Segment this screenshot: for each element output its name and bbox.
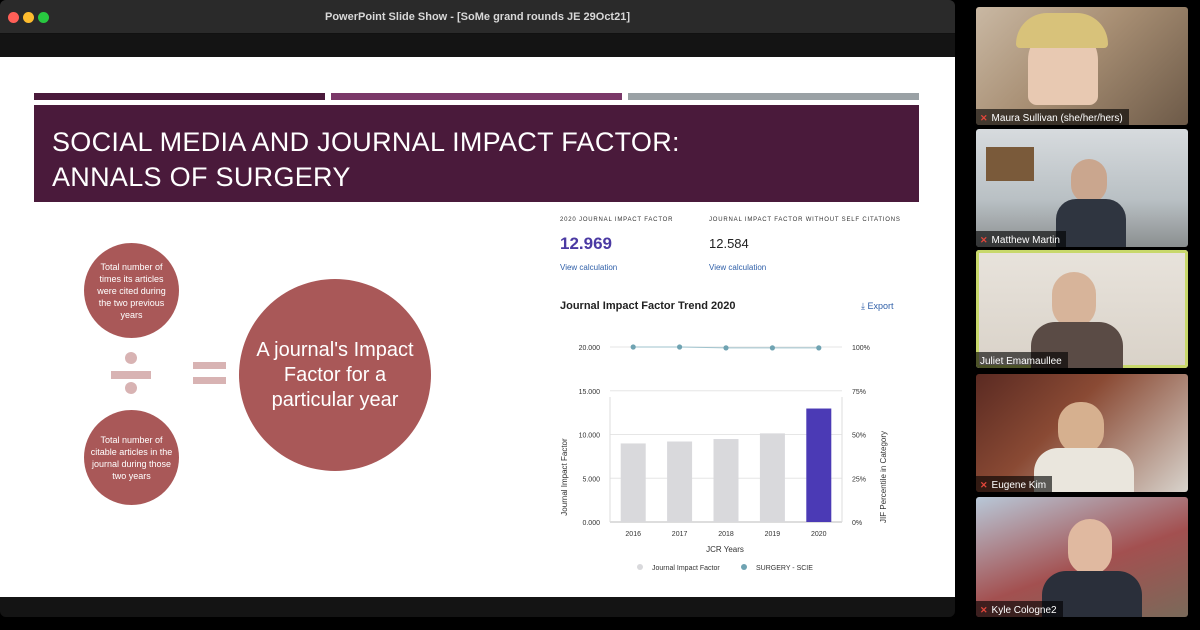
participant-video-hair — [1016, 13, 1108, 48]
y-tick-label: 10.000 — [579, 433, 601, 440]
participant-tile[interactable]: ✕ Kyle Cologne2 — [976, 497, 1188, 617]
division-dot-icon — [125, 382, 137, 394]
participant-video-face — [1052, 272, 1096, 328]
numerator-text: Total number of times its articles were … — [97, 261, 166, 320]
bar-2020 — [806, 408, 832, 522]
window-titlebar[interactable]: PowerPoint Slide Show - [SoMe grand roun… — [0, 0, 955, 34]
denominator-circle: Total number of citable articles in the … — [84, 410, 179, 505]
participant-video-face — [1071, 159, 1107, 203]
slide-title: SOCIAL MEDIA AND JOURNAL IMPACT FACTOR: … — [34, 105, 919, 202]
legend-label-percentile: SURGERY - SCIE — [756, 565, 813, 572]
result-text: A journal's Impact Factor for a particul… — [256, 338, 414, 411]
slide-canvas[interactable]: SOCIAL MEDIA AND JOURNAL IMPACT FACTOR: … — [0, 57, 955, 597]
participant-name-bar: ✕ Kyle Cologne2 — [976, 601, 1063, 617]
mic-muted-icon: ✕ — [980, 604, 988, 615]
y-axis-label: Journal Impact Factor — [560, 438, 569, 516]
participant-name: Juliet Emamaullee — [980, 355, 1062, 367]
x-tick-label: 2018 — [718, 531, 734, 538]
mic-muted-icon: ✕ — [980, 479, 988, 490]
y-right-tick-label: 50% — [852, 433, 866, 440]
y-right-tick-label: 25% — [852, 476, 866, 483]
y-tick-label: 5.000 — [582, 476, 600, 483]
participant-name-bar: ✕ Maura Sullivan (she/her/hers) — [976, 109, 1129, 125]
slide-stripe — [628, 93, 919, 100]
x-tick-label: 2016 — [625, 531, 641, 538]
participant-name-bar: ✕ Eugene Kim — [976, 476, 1053, 492]
percentile-point-2018 — [723, 345, 729, 351]
participant-name: Eugene Kim — [991, 479, 1047, 491]
denominator-text: Total number of citable articles in the … — [90, 434, 173, 481]
percentile-point-2017 — [677, 344, 683, 350]
mic-muted-icon: ✕ — [980, 112, 988, 123]
window-title: PowerPoint Slide Show - [SoMe grand roun… — [325, 11, 630, 23]
export-label: Export — [867, 301, 894, 311]
export-button[interactable]: ⤓ Export — [861, 301, 894, 312]
participant-tile[interactable]: ✕ Eugene Kim — [976, 374, 1188, 492]
y-right-axis-label: JIF Percentile in Category — [879, 431, 888, 523]
bar-2017 — [667, 441, 693, 522]
participant-name: Kyle Cologne2 — [991, 604, 1057, 616]
participant-name: Maura Sullivan (she/her/hers) — [991, 112, 1123, 124]
slide-stripe — [331, 93, 622, 100]
chart-heading: Journal Impact Factor Trend 2020 — [560, 300, 736, 312]
participant-video-painting — [986, 147, 1034, 181]
division-dot-icon — [125, 352, 137, 364]
equals-icon — [193, 377, 226, 384]
participant-tile[interactable]: ✕ Matthew Martin — [976, 129, 1188, 247]
legend-label-jif: Journal Impact Factor — [652, 565, 720, 572]
x-tick-label: 2020 — [811, 531, 827, 538]
bar-2018 — [713, 439, 739, 522]
slide-title-line: SOCIAL MEDIA AND JOURNAL IMPACT FACTOR: — [52, 127, 680, 157]
result-circle: A journal's Impact Factor for a particul… — [239, 279, 431, 471]
participant-video-body — [1056, 199, 1126, 247]
mic-muted-icon: ✕ — [980, 234, 988, 245]
percentile-point-2020 — [816, 345, 822, 351]
y-right-tick-label: 75% — [852, 389, 866, 396]
y-tick-label: 15.000 — [579, 389, 601, 396]
participant-name-bar: ✕ Matthew Martin — [976, 231, 1066, 247]
bar-2019 — [759, 433, 785, 522]
legend-swatch-jif — [637, 564, 643, 570]
percentile-point-2019 — [769, 345, 775, 351]
noself-view-calculation-link[interactable]: View calculation — [709, 263, 766, 272]
x-tick-label: 2019 — [765, 531, 781, 538]
participant-video-face — [1068, 519, 1112, 575]
participant-video-face — [1058, 402, 1104, 454]
participant-name-bar: Juliet Emamaullee — [976, 352, 1068, 368]
numerator-circle: Total number of times its articles were … — [84, 243, 179, 338]
jif-trend-chart: 0.000 5.000 10.000 15.000 20.000 0% 25% 50% 75% 1… — [560, 344, 888, 572]
x-tick-label: 2017 — [672, 531, 688, 538]
x-axis-label: JCR Years — [706, 545, 744, 554]
y-right-tick-label: 100% — [852, 345, 870, 352]
jif-value: 12.969 — [560, 234, 612, 253]
noself-label: JOURNAL IMPACT FACTOR WITHOUT SELF CITAT… — [709, 217, 901, 223]
y-tick-label: 0.000 — [582, 520, 600, 527]
division-bar-icon — [111, 371, 151, 379]
jif-view-calculation-link[interactable]: View calculation — [560, 263, 617, 272]
y-right-tick-label: 0% — [852, 520, 862, 527]
slide-title-line: ANNALS OF SURGERY — [52, 162, 351, 192]
percentile-point-2016 — [630, 344, 636, 350]
participant-tile-active-speaker[interactable]: Juliet Emamaullee — [976, 250, 1188, 368]
jif-label: 2020 JOURNAL IMPACT FACTOR — [560, 217, 674, 223]
download-icon: ⤓ — [861, 301, 865, 311]
y-tick-label: 20.000 — [579, 345, 601, 352]
bar-2016 — [620, 443, 646, 522]
noself-value: 12.584 — [709, 236, 749, 251]
slide-stripe — [34, 93, 325, 100]
equals-icon — [193, 362, 226, 369]
participant-tile[interactable]: ✕ Maura Sullivan (she/her/hers) — [976, 7, 1188, 125]
powerpoint-window: PowerPoint Slide Show - [SoMe grand roun… — [0, 0, 955, 617]
participant-name: Matthew Martin — [991, 234, 1060, 246]
legend-swatch-percentile — [741, 564, 747, 570]
